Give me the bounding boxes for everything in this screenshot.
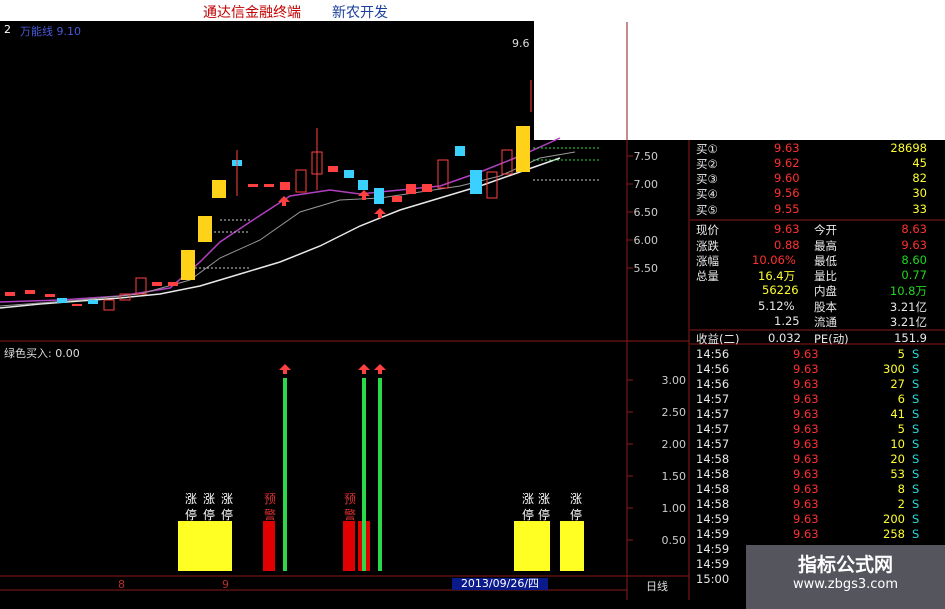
stat-value: 9.63	[901, 238, 927, 252]
signal-text: 预	[264, 492, 277, 506]
bid-label: 买⑤	[696, 203, 718, 217]
price-axis-label: 7.00	[633, 178, 659, 191]
ma-line-purple	[0, 137, 561, 303]
signal-text: 涨	[522, 492, 535, 506]
stat-value: 0.88	[774, 238, 800, 252]
bid-volume: 33	[912, 202, 927, 216]
indicator-axis-label: 1.50	[661, 470, 687, 483]
stat-label: 流通	[814, 315, 837, 329]
bid-price[interactable]: 9.62	[774, 156, 800, 170]
bid-volume: 28698	[890, 141, 927, 155]
watermark-url: www.zbgs3.com	[792, 577, 899, 592]
signal-text: 停	[203, 508, 216, 522]
bid-label: 买①	[696, 142, 718, 156]
price-axis-label: 6.00	[633, 234, 659, 247]
signal-text: 警	[264, 508, 277, 522]
indicator-axis-label: 2.00	[661, 438, 687, 451]
indicator-axis-label: 2.50	[661, 406, 687, 419]
stat-label: 内盘	[814, 284, 837, 298]
signal-text: 停	[221, 508, 234, 522]
stat-label: 收益(二)	[696, 332, 740, 346]
stat-label: 今开	[814, 223, 837, 237]
stat-value: 56226	[762, 283, 799, 297]
time-tick: 9	[222, 578, 229, 591]
signal-text: 预	[344, 492, 357, 506]
cursor-date: 2013/09/26/四	[452, 578, 548, 590]
stat-label: 最低	[814, 254, 837, 268]
stat-label: 涨幅	[696, 254, 719, 268]
bid-price[interactable]: 9.56	[774, 186, 800, 200]
indicator-label: 绿色买入: 0.00	[4, 347, 80, 360]
stat-value: 0.032	[768, 331, 801, 345]
stat-value: 151.9	[894, 331, 927, 345]
bid-label: 买④	[696, 187, 718, 201]
stat-value: 10.06%	[752, 253, 796, 267]
stat-label: 现价	[696, 223, 719, 237]
stat-label: 量比	[814, 269, 837, 283]
stat-value: 16.4万	[758, 269, 796, 283]
signal-text: 停	[538, 508, 551, 522]
signal-text: 涨	[221, 492, 234, 506]
bid-volume: 82	[912, 171, 927, 185]
stat-value: 10.8万	[889, 284, 927, 298]
stat-value: 3.21亿	[889, 300, 927, 314]
bid-label: 买②	[696, 157, 718, 171]
stat-value: 8.63	[901, 222, 927, 236]
stat-value: 8.60	[901, 253, 927, 267]
price-axis-label: 6.50	[633, 206, 659, 219]
stat-label: 最高	[814, 239, 837, 253]
stat-value: 1.25	[774, 314, 800, 328]
bid-price[interactable]: 9.60	[774, 171, 800, 185]
price-axis-label: 7.50	[633, 150, 659, 163]
signal-text: 涨	[570, 492, 583, 506]
indicator-axis-label: 1.00	[661, 502, 687, 515]
stat-label: 涨跌	[696, 239, 719, 253]
stat-label: PE(动)	[814, 332, 849, 346]
stat-value: 3.21亿	[889, 315, 927, 329]
signal-text: 停	[522, 508, 535, 522]
period-button[interactable]: 日线	[646, 578, 668, 594]
signal-bars	[178, 364, 584, 571]
stat-value: 5.12%	[758, 299, 795, 313]
time-tick: 8	[118, 578, 125, 591]
ma-line-grey	[0, 151, 576, 307]
stat-label: 股本	[814, 300, 837, 314]
signal-text: 涨	[185, 492, 198, 506]
price-axis-label: 5.50	[633, 262, 659, 275]
stat-value: 0.77	[901, 268, 927, 282]
bid-price[interactable]: 9.55	[774, 202, 800, 216]
bid-price[interactable]: 9.63	[774, 141, 800, 155]
signal-text: 停	[185, 508, 198, 522]
indicator-axis-label: 3.00	[661, 374, 687, 387]
stat-label: 总量	[696, 269, 719, 283]
signal-text: 涨	[538, 492, 551, 506]
stat-value: 9.63	[774, 222, 800, 236]
bid-volume: 30	[912, 186, 927, 200]
bid-label: 买③	[696, 172, 718, 186]
signal-text: 警	[344, 508, 357, 522]
signal-text: 涨	[203, 492, 216, 506]
watermark-title: 指标公式网	[797, 554, 893, 576]
bid-volume: 45	[912, 156, 927, 170]
indicator-axis-label: 0.50	[661, 534, 687, 547]
signal-text: 停	[570, 508, 583, 522]
